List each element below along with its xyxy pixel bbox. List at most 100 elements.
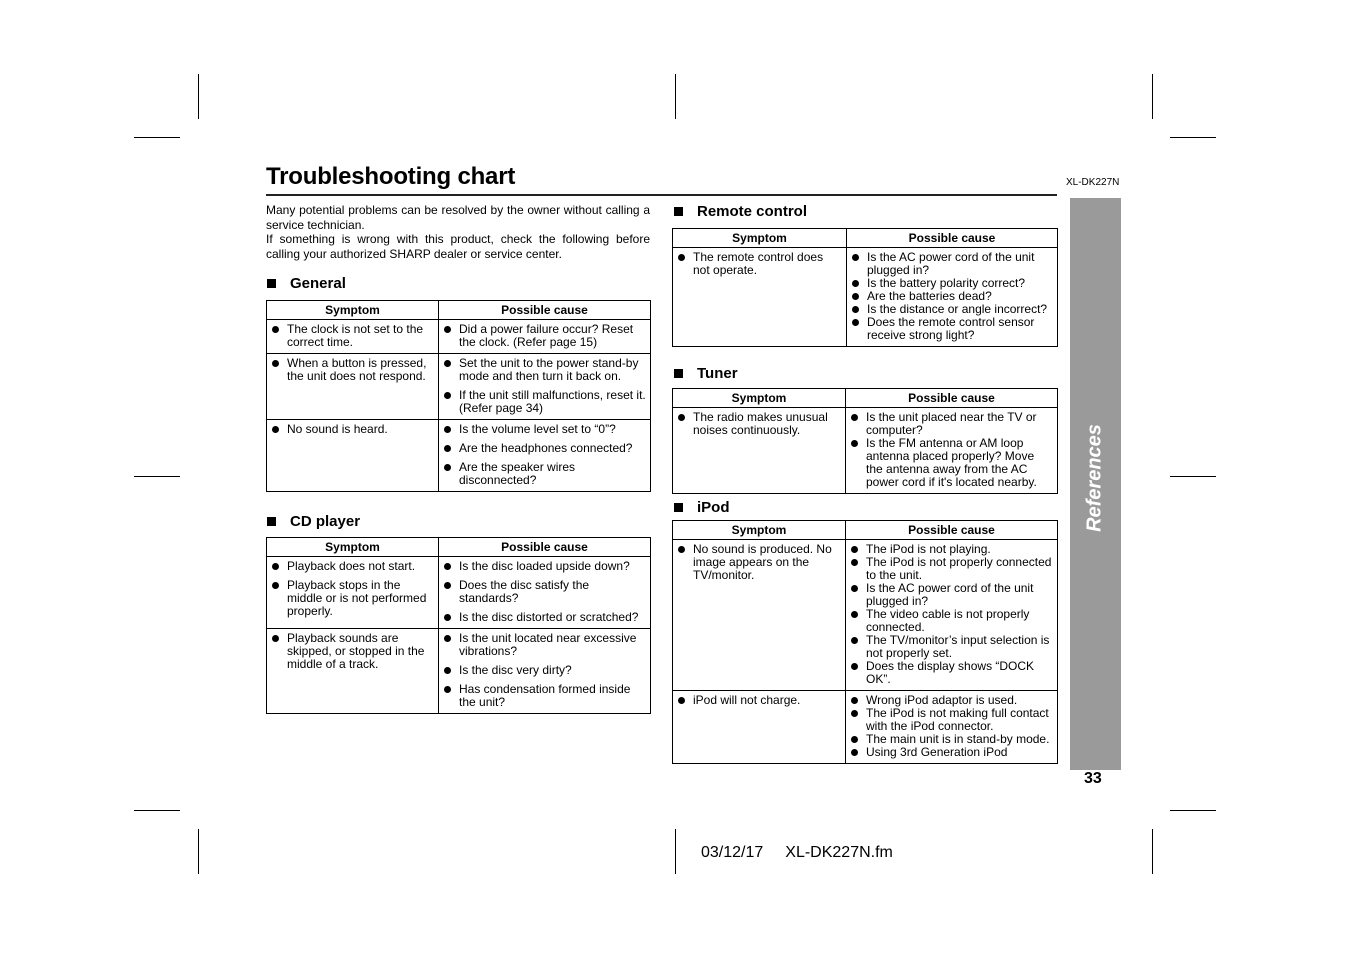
cause-cell: Did a power failure occur? Reset the clo…: [438, 319, 651, 354]
symptom-cell: The clock is not set to the correct time…: [266, 319, 439, 354]
symptom-item: The radio makes unusual noises continuou…: [677, 411, 841, 437]
symptom-cell: The remote control does not operate.: [672, 247, 847, 347]
crop-mark: [134, 476, 180, 477]
header-cause: Possible cause: [845, 388, 1058, 408]
symptom-item: When a button is pressed, the unit does …: [271, 357, 434, 383]
cause-cell: Wrong iPod adaptor is used. The iPod is n…: [845, 690, 1058, 764]
symptom-cell: Playback does not start. Playback stops i…: [266, 556, 439, 629]
cause-item: If the unit still malfunctions, reset it…: [443, 389, 646, 415]
square-bullet-icon: [267, 279, 276, 288]
cause-item: Is the AC power cord of the unit plugged…: [850, 582, 1053, 608]
page-title: Troubleshooting chart: [266, 163, 516, 190]
section-heading-cd-player: CD player: [266, 513, 360, 530]
symptom-cell: The radio makes unusual noises continuou…: [672, 407, 846, 494]
cause-item: Is the disc very dirty?: [443, 664, 646, 677]
cause-item: Does the disc satisfy the standards?: [443, 579, 646, 605]
cause-item: Is the volume level set to “0”?: [443, 423, 646, 436]
header-cause: Possible cause: [438, 537, 651, 557]
crop-mark: [134, 137, 180, 138]
crop-mark: [198, 74, 199, 119]
symptom-item: iPod will not charge.: [677, 694, 841, 707]
cause-item: Is the disc loaded upside down?: [443, 560, 646, 573]
section-title: Tuner: [697, 365, 738, 382]
crop-mark: [198, 829, 199, 874]
side-tab-label: References: [1083, 424, 1106, 532]
header-symptom: Symptom: [672, 388, 846, 408]
cause-item: Are the speaker wires disconnected?: [443, 461, 646, 487]
table-row: No sound is produced. No image appears o…: [672, 539, 1058, 691]
symptom-cell: No sound is produced. No image appears o…: [672, 539, 846, 691]
cause-item: Is the unit located near excessive vibra…: [443, 632, 646, 658]
table-row: The radio makes unusual noises continuou…: [672, 407, 1058, 494]
section-title: iPod: [697, 499, 730, 516]
crop-mark: [675, 829, 676, 874]
cause-item: Is the AC power cord of the unit plugged…: [851, 251, 1053, 277]
model-number: XL-DK227N: [1066, 177, 1120, 188]
square-bullet-icon: [674, 369, 683, 378]
table-general: Symptom Possible cause The clock is not …: [266, 300, 651, 492]
title-rule: [266, 194, 1057, 196]
header-symptom: Symptom: [266, 537, 439, 557]
symptom-cell: Playback sounds are skipped, or stopped …: [266, 628, 439, 714]
square-bullet-icon: [267, 517, 276, 526]
crop-mark: [1152, 829, 1153, 874]
section-title: CD player: [290, 513, 361, 530]
table-row: iPod will not charge. Wrong iPod adaptor …: [672, 690, 1058, 764]
section-heading-ipod: iPod: [673, 499, 730, 516]
symptom-cell: iPod will not charge.: [672, 690, 846, 764]
symptom-cell: When a button is pressed, the unit does …: [266, 353, 439, 420]
cause-item: Is the disc distorted or scratched?: [443, 611, 646, 624]
section-heading-general: General: [266, 275, 346, 292]
square-bullet-icon: [674, 503, 683, 512]
crop-mark: [1152, 74, 1153, 119]
cause-item: The iPod is not making full contact with…: [850, 707, 1053, 733]
cause-item: Is the FM antenna or AM loop antenna pla…: [850, 437, 1053, 489]
cause-cell: Is the disc loaded upside down? Does the …: [438, 556, 651, 629]
cause-item: Are the headphones connected?: [443, 442, 646, 455]
intro-paragraph: Many potential problems can be resolved …: [266, 203, 650, 232]
crop-mark: [134, 810, 180, 811]
square-bullet-icon: [674, 207, 683, 216]
cause-cell: Is the unit placed near the TV or comput…: [845, 407, 1058, 494]
cause-item: Does the display shows “DOCK OK”.: [850, 660, 1053, 686]
intro-text: Many potential problems can be resolved …: [266, 203, 650, 261]
table-remote-control: Symptom Possible cause The remote contro…: [672, 228, 1058, 347]
header-symptom: Symptom: [266, 300, 439, 320]
footer: 03/12/17 XL-DK227N.fm: [701, 844, 915, 862]
cause-item: Using 3rd Generation iPod: [850, 746, 1053, 759]
table-row: Playback does not start. Playback stops i…: [266, 556, 651, 629]
header-symptom: Symptom: [672, 520, 846, 540]
table-cd-player: Symptom Possible cause Playback does not…: [266, 537, 651, 714]
footer-date: 03/12/17: [701, 844, 764, 861]
symptom-item: The remote control does not operate.: [677, 251, 842, 277]
symptom-item: Playback sounds are skipped, or stopped …: [271, 632, 434, 671]
cause-item: The TV/monitor’s input selection is not …: [850, 634, 1053, 660]
footer-filename: XL-DK227N.fm: [785, 844, 893, 861]
cause-item: Set the unit to the power stand-by mode …: [443, 357, 646, 383]
cause-item: Did a power failure occur? Reset the clo…: [443, 323, 646, 349]
cause-cell: Is the volume level set to “0”? Are the h…: [438, 419, 651, 492]
section-title: Remote control: [697, 203, 808, 220]
symptom-item: The clock is not set to the correct time…: [271, 323, 434, 349]
cause-cell: The iPod is not playing. The iPod is not …: [845, 539, 1058, 691]
cause-item: The iPod is not properly connected to th…: [850, 556, 1053, 582]
table-row: When a button is pressed, the unit does …: [266, 353, 651, 420]
symptom-item: No sound is produced. No image appears o…: [677, 543, 841, 582]
crop-mark: [1170, 810, 1216, 811]
table-tuner: Symptom Possible cause The radio makes u…: [672, 388, 1058, 494]
header-cause: Possible cause: [846, 228, 1058, 248]
cause-cell: Set the unit to the power stand-by mode …: [438, 353, 651, 420]
symptom-item: Playback stops in the middle or is not p…: [271, 579, 434, 618]
intro-paragraph: If something is wrong with this product,…: [266, 232, 650, 261]
cause-item: The video cable is not properly connecte…: [850, 608, 1053, 634]
symptom-item: Playback does not start.: [271, 560, 434, 573]
header-cause: Possible cause: [845, 520, 1058, 540]
crop-mark: [1170, 476, 1216, 477]
table-row: The remote control does not operate. Is t…: [672, 247, 1058, 347]
table-row: No sound is heard. Is the volume level se…: [266, 419, 651, 492]
header-cause: Possible cause: [438, 300, 651, 320]
page-number: 33: [1084, 770, 1102, 787]
cause-item: Does the remote control sensor receive s…: [851, 316, 1053, 342]
crop-mark: [675, 74, 676, 119]
cause-cell: Is the AC power cord of the unit plugged…: [846, 247, 1058, 347]
